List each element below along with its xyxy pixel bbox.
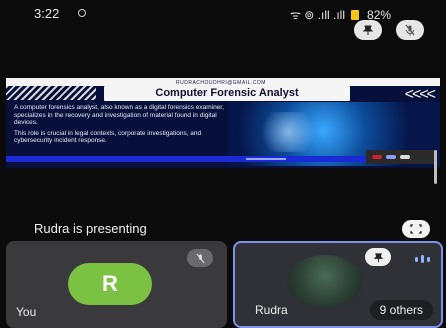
mic-off-button[interactable] (396, 20, 424, 40)
top-actions (354, 20, 424, 40)
slide-decoration (6, 86, 96, 100)
participant-tile-rudra[interactable]: Rudra 9 others (233, 241, 443, 328)
avatar (287, 255, 363, 307)
avatar: R (68, 263, 152, 305)
signal-indicators: ᯤ ⊚ .ıll .ıll (290, 8, 346, 22)
participant-name: You (16, 305, 37, 319)
slide-progress (246, 158, 286, 160)
slide-title: Computer Forensic Analyst (155, 87, 299, 99)
mic-off-indicator (187, 249, 213, 267)
mic-off-icon (195, 253, 205, 263)
notification-dot-icon (78, 9, 86, 17)
others-count-button[interactable]: 9 others (369, 300, 433, 320)
participant-name: Rudra (255, 303, 288, 317)
participant-tile-you[interactable]: R You (6, 241, 227, 328)
pin-button[interactable] (354, 20, 382, 40)
presenting-status: Rudra is presenting (34, 221, 147, 236)
fullscreen-button[interactable] (402, 220, 430, 238)
status-time: 3:22 (34, 6, 60, 21)
pin-icon (362, 25, 374, 35)
slide-bullet: A computer forensics analyst, also known… (14, 104, 224, 126)
slide-top-strip: RUDRACHOUDHRI@GMAIL.COM (6, 78, 440, 86)
pin-icon (373, 252, 383, 262)
slide-bullets: A computer forensics analyst, also known… (14, 104, 224, 148)
slide-bottom-bar (6, 156, 366, 162)
slide-bullet: This role is crucial in legal contexts, … (14, 129, 202, 145)
slide-controls (366, 150, 436, 164)
shared-presentation[interactable]: RUDRACHOUDHRI@GMAIL.COM Computer Forensi… (6, 78, 440, 168)
mic-off-icon (405, 24, 415, 36)
fullscreen-icon (410, 224, 422, 234)
speaking-indicator-icon (411, 251, 433, 267)
pin-indicator[interactable] (365, 248, 391, 266)
scrollbar[interactable] (434, 150, 437, 184)
battery-icon (351, 9, 360, 20)
